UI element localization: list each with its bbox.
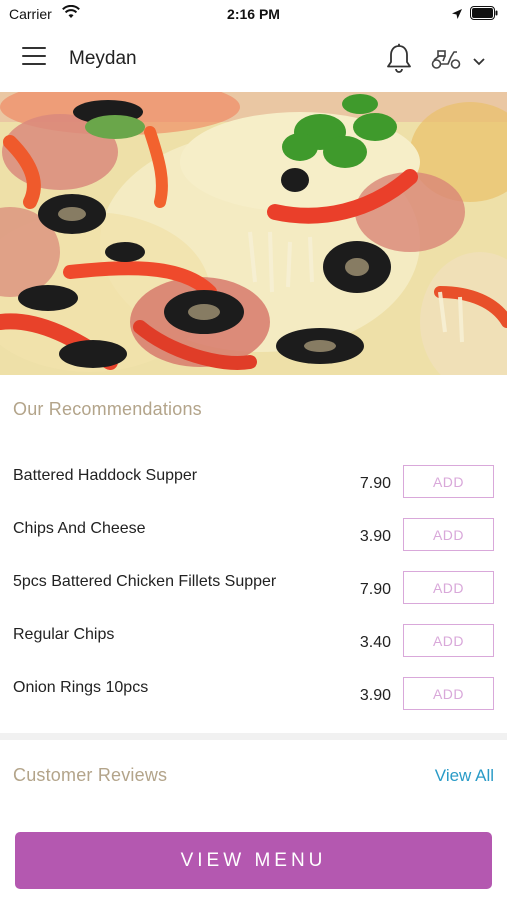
add-button[interactable]: ADD [403, 518, 494, 551]
hamburger-menu-icon[interactable] [22, 47, 48, 71]
list-item: Regular Chips 3.40 ADD [0, 624, 507, 664]
item-price: 3.90 [359, 687, 391, 704]
reviews-heading: Customer Reviews [13, 765, 168, 785]
chevron-down-icon[interactable] [472, 54, 486, 72]
clock: 2:16 PM [227, 6, 280, 22]
item-name: Battered Haddock Supper [13, 467, 198, 484]
hero-pizza-image [0, 92, 507, 375]
list-item: 5pcs Battered Chicken Fillets Supper 7.9… [0, 571, 507, 611]
item-name: Regular Chips [13, 626, 115, 643]
add-button[interactable]: ADD [403, 624, 494, 657]
list-item: Onion Rings 10pcs 3.90 ADD [0, 677, 507, 717]
recommendations-heading: Our Recommendations [13, 399, 202, 419]
add-button[interactable]: ADD [403, 571, 494, 604]
scooter-icon[interactable] [431, 48, 461, 75]
section-divider [0, 733, 507, 740]
item-name: 5pcs Battered Chicken Fillets Supper [13, 573, 277, 590]
app-header: Meydan [0, 28, 507, 92]
list-item: Chips And Cheese 3.90 ADD [0, 518, 507, 558]
status-bar: Carrier 2:16 PM [0, 0, 507, 28]
item-name: Onion Rings 10pcs [13, 679, 149, 696]
add-button[interactable]: ADD [403, 465, 494, 498]
list-item: Battered Haddock Supper 7.90 ADD [0, 465, 507, 505]
item-price: 3.40 [359, 634, 391, 651]
add-button[interactable]: ADD [403, 677, 494, 710]
battery-icon [470, 6, 498, 25]
page-title: Meydan [69, 48, 137, 69]
view-menu-button[interactable]: VIEW MENU [15, 832, 492, 889]
view-all-link[interactable]: View All [435, 766, 494, 786]
item-name: Chips And Cheese [13, 520, 146, 537]
item-price: 7.90 [359, 475, 391, 492]
item-price: 7.90 [359, 581, 391, 598]
item-price: 3.90 [359, 528, 391, 545]
location-arrow-icon [451, 7, 463, 25]
bell-icon[interactable] [385, 43, 413, 80]
